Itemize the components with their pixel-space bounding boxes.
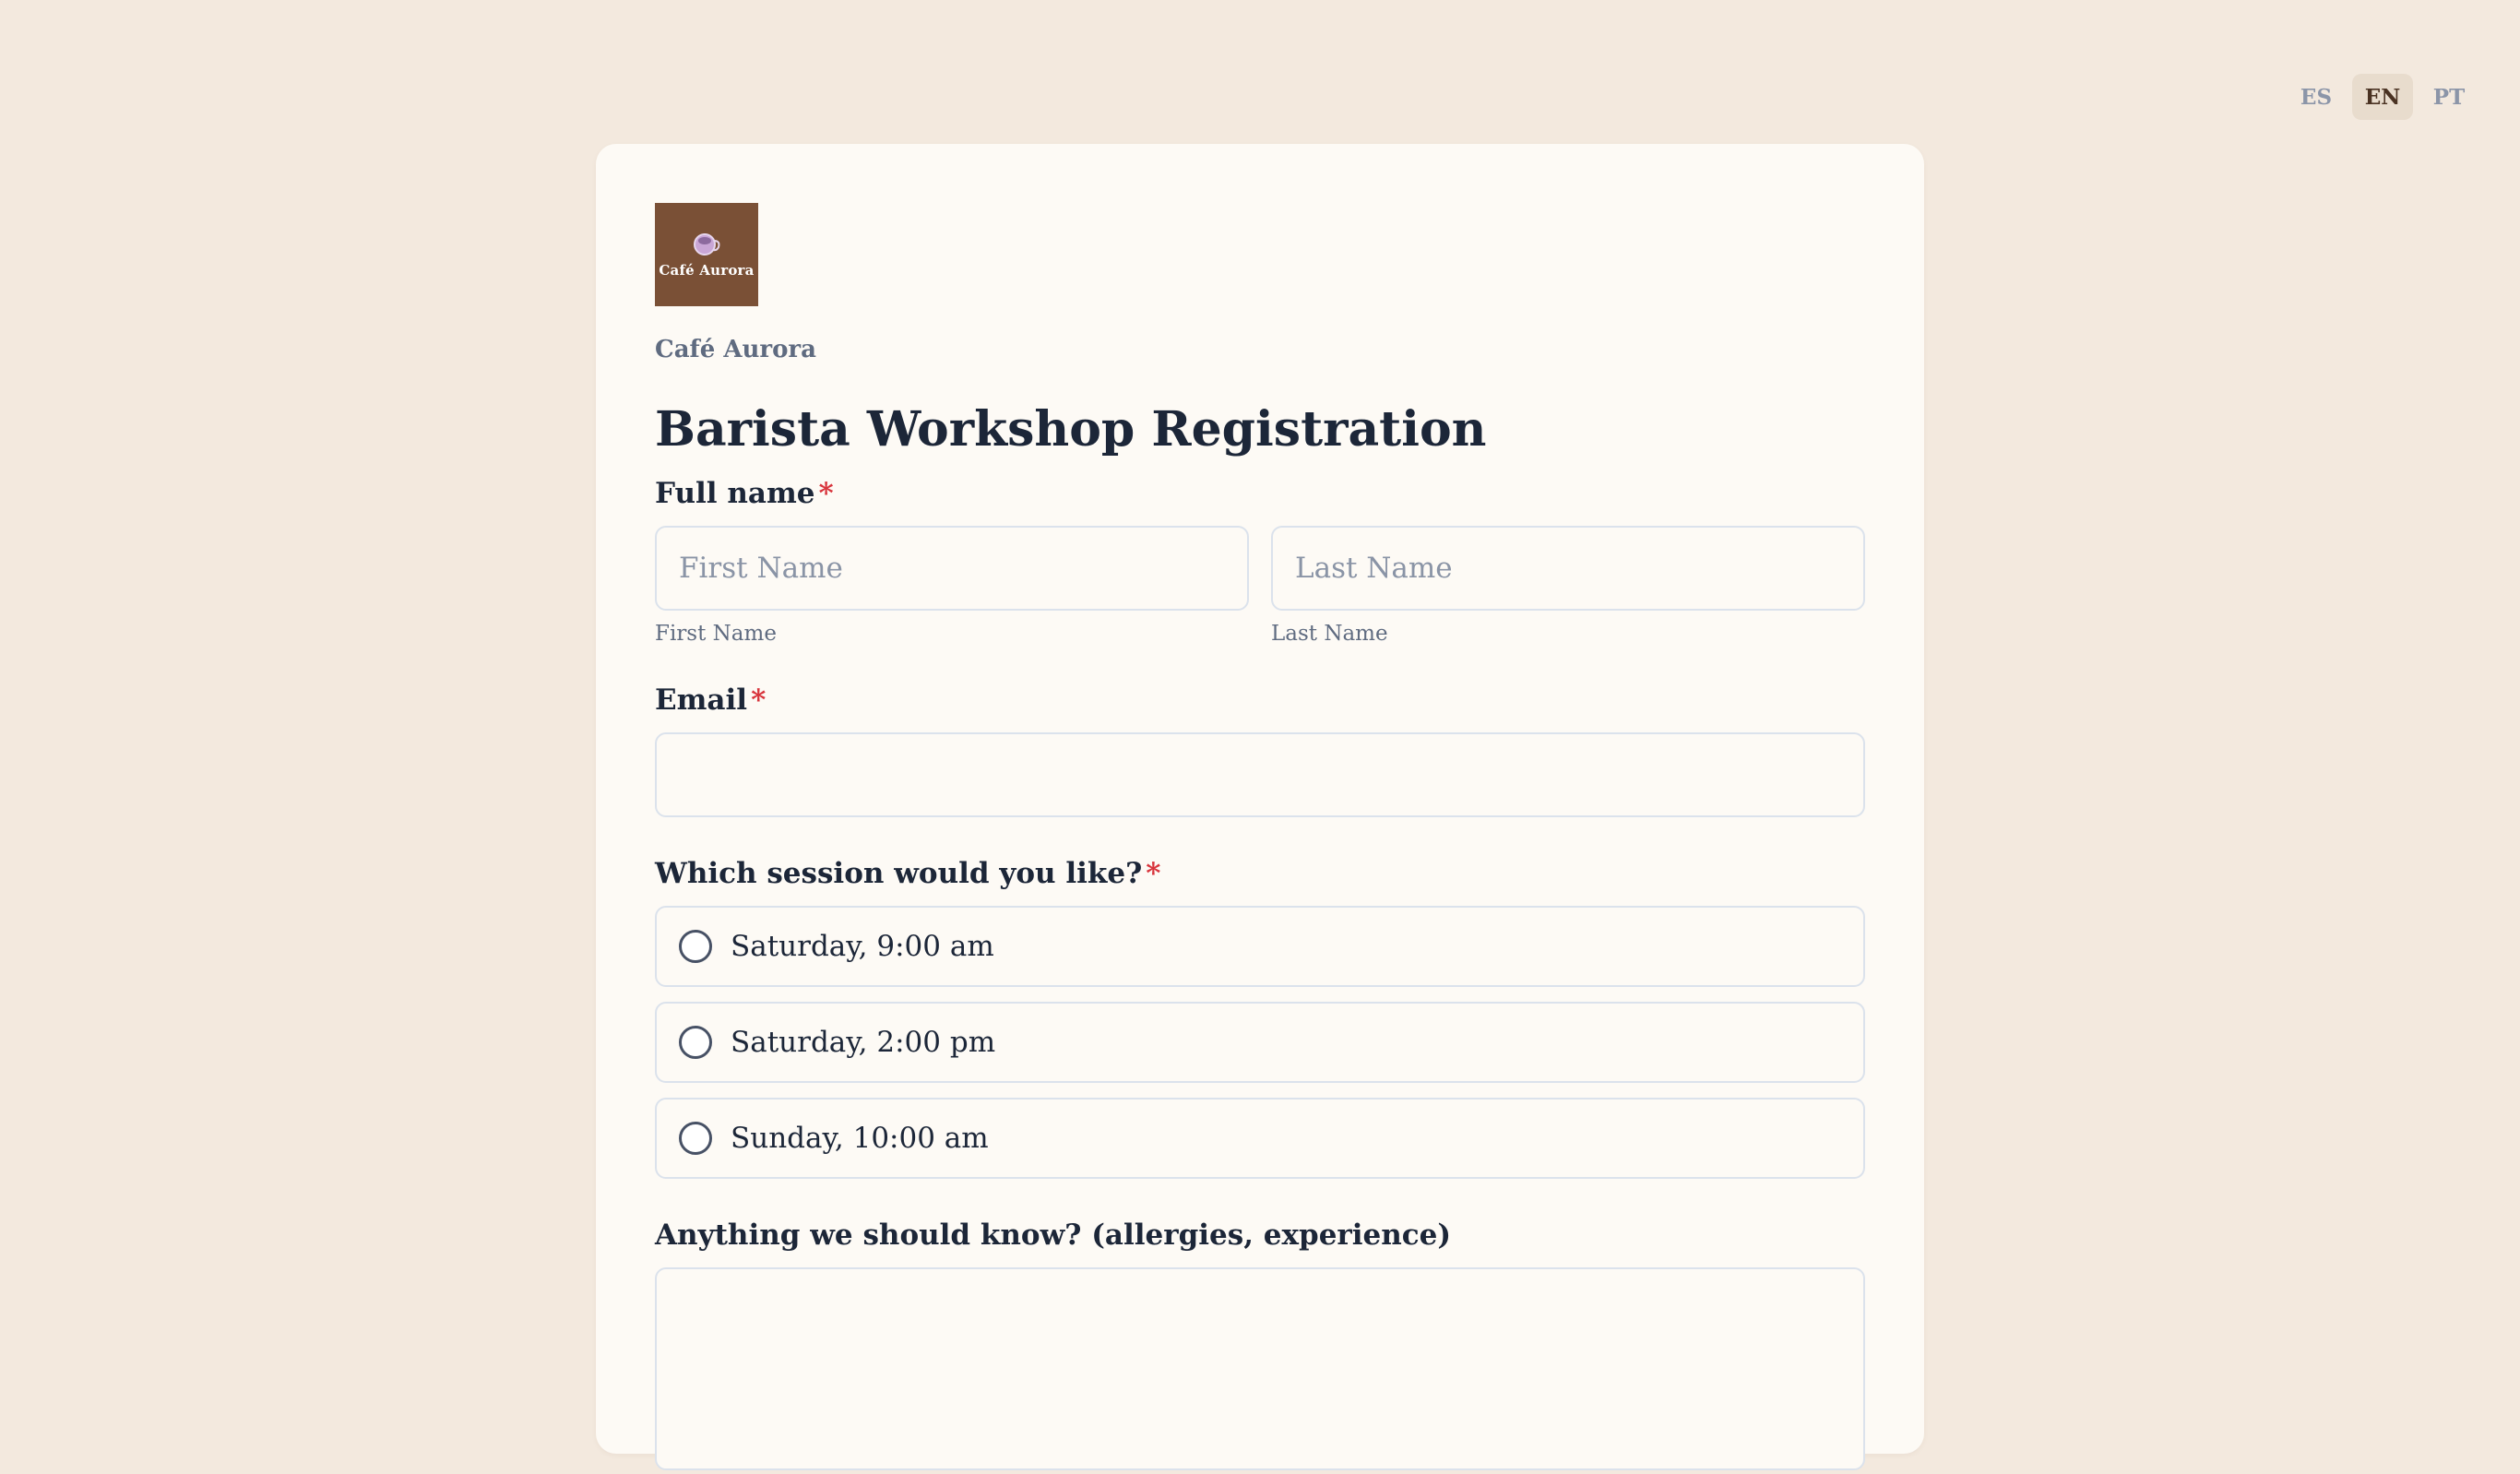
required-marker: *: [751, 684, 767, 717]
radio-button[interactable]: [679, 930, 712, 963]
full-name-label: Full name *: [655, 477, 834, 510]
session-option-sat-afternoon[interactable]: Saturday, 2:00 pm: [655, 1002, 1865, 1083]
full-name-field: Full name* First Name Last Name: [655, 476, 1865, 646]
radio-button[interactable]: [679, 1026, 712, 1059]
last-name-input[interactable]: [1271, 526, 1865, 611]
email-input[interactable]: [655, 732, 1865, 817]
brand-name: Café Aurora: [655, 336, 816, 363]
email-field: Email *: [655, 683, 1865, 817]
first-name-sublabel: First Name: [655, 622, 777, 646]
page-title: Barista Workshop Registration: [655, 401, 1487, 458]
session-option-label: Saturday, 9:00 am: [731, 930, 994, 963]
session-label: Which session would you like? *: [655, 857, 1161, 890]
required-marker: *: [818, 477, 834, 510]
logo-text: Café Aurora: [659, 262, 755, 279]
last-name-sublabel: Last Name: [1271, 622, 1388, 646]
session-option-label: Saturday, 2:00 pm: [731, 1026, 996, 1059]
notes-field: Anything we should know? (allergies, exp…: [655, 1218, 1865, 1474]
required-marker: *: [1146, 857, 1161, 890]
session-field: Which session would you like? * Saturday,…: [655, 856, 1865, 1179]
brand-logo: Café Aurora: [655, 203, 758, 306]
radio-button[interactable]: [679, 1122, 712, 1155]
lang-pt-button[interactable]: PT: [2419, 74, 2479, 120]
session-option-sat-morning[interactable]: Saturday, 9:00 am: [655, 906, 1865, 987]
form-card: Café Aurora Café Aurora Barista Workshop…: [596, 144, 1924, 1470]
first-name-input[interactable]: [655, 526, 1249, 611]
notes-textarea[interactable]: [655, 1267, 1865, 1470]
session-option-label: Sunday, 10:00 am: [731, 1122, 989, 1155]
session-option-sun-morning[interactable]: Sunday, 10:00 am: [655, 1098, 1865, 1179]
lang-en-button[interactable]: EN: [2352, 74, 2413, 120]
lang-es-button[interactable]: ES: [2286, 74, 2347, 120]
notes-label: Anything we should know? (allergies, exp…: [655, 1218, 1452, 1252]
email-label: Email *: [655, 684, 767, 717]
language-switcher: ES EN PT: [2286, 74, 2479, 120]
coffee-cup-icon: [694, 233, 720, 256]
